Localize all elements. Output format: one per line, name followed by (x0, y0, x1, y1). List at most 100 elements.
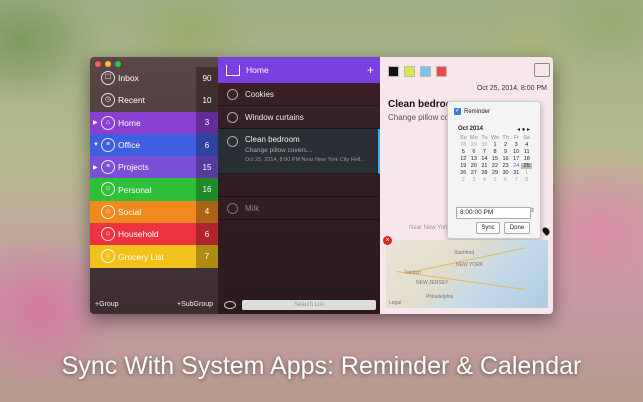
calendar-day[interactable]: 11 (521, 149, 532, 155)
map-legal[interactable]: Legal (389, 300, 401, 306)
calendar-day[interactable]: 25 (521, 163, 532, 169)
eye-icon[interactable] (224, 301, 236, 309)
time-field[interactable]: 8:00:00 PM (456, 207, 531, 219)
calendar-day[interactable]: 7 (479, 149, 490, 155)
calendar-day[interactable]: 24 (511, 163, 522, 169)
item-count: 6 (196, 223, 218, 246)
sidebar-item-inbox[interactable]: ☐ Inbox 90 (90, 67, 218, 90)
calendar-day[interactable]: 30 (479, 142, 490, 148)
location-map[interactable]: × Stamford NEW YORK NEW JERSEY Philadelp… (383, 236, 548, 308)
checkmark-icon: ✓ (454, 108, 461, 115)
add-subgroup-button[interactable]: +SubGroup (177, 301, 213, 308)
sidebar-item-projects[interactable]: ▶ ≡ Projects 15 (90, 156, 218, 179)
calendar-day[interactable]: 28 (479, 170, 490, 176)
home-icon: ⌂ (101, 204, 115, 219)
calendar-day[interactable]: 10 (511, 149, 522, 155)
app-window: ☐ Inbox 90 ◷ Recent 10 ▶ ⌂ Home 3 ▼ ≡ Office 6 ▶ ≡ Proje… (90, 57, 553, 314)
sidebar-item-social[interactable]: ⌂ Social 4 (90, 200, 218, 224)
map-label: Philadelphia (426, 294, 454, 300)
add-group-button[interactable]: +Group (95, 301, 119, 308)
sidebar-item-home[interactable]: ▶ ⌂ Home 3 (90, 111, 218, 134)
calendar-day[interactable]: 22 (490, 163, 501, 169)
calendar-day[interactable]: 21 (479, 163, 490, 169)
calendar-day[interactable]: 7 (511, 177, 522, 183)
calendar-day[interactable]: 27 (469, 170, 480, 176)
sidebar-item-office[interactable]: ▼ ≡ Office 6 (90, 133, 218, 157)
calendar-day[interactable]: 3 (511, 142, 522, 148)
calendar-day[interactable]: 5 (458, 149, 469, 155)
sidebar-item-personal[interactable]: ☺ Personal 16 (90, 178, 218, 201)
calendar-day[interactable]: 2 (458, 177, 469, 183)
color-swatch-red[interactable] (436, 66, 447, 77)
done-button[interactable]: Done (504, 222, 530, 234)
task-row[interactable]: Cookies (218, 83, 380, 106)
map-label: NEW YORK (456, 262, 484, 268)
task-row[interactable]: Window curtains (218, 106, 380, 129)
checkbox-icon[interactable] (227, 111, 238, 123)
sidebar-item-grocery-list[interactable]: ⌂ Grocery List 7 (90, 245, 218, 268)
calendar-day[interactable]: 31 (511, 170, 522, 176)
weekday-label: Su (459, 135, 467, 141)
disclosure-icon[interactable]: ▶ (93, 119, 98, 126)
list-footer: Search List (224, 300, 376, 310)
task-note: Change pillow covers... (245, 147, 313, 154)
calendar-day[interactable]: 6 (500, 177, 511, 183)
reminder-checkbox[interactable]: ✓ Reminder (454, 108, 490, 115)
calendar-day[interactable]: 19 (458, 163, 469, 169)
remove-map-icon[interactable]: × (383, 236, 392, 245)
sync-button[interactable]: Sync (476, 222, 500, 234)
calendar-day[interactable]: 26 (458, 170, 469, 176)
calendar-day[interactable]: 14 (479, 156, 490, 162)
sidebar-item-recent[interactable]: ◷ Recent 10 (90, 89, 218, 112)
location-pin-icon[interactable] (541, 226, 551, 236)
item-count: 7 (196, 245, 218, 268)
calendar-day[interactable]: 2 (500, 142, 511, 148)
task-row-completed[interactable]: Milk (218, 197, 380, 220)
calendar-day[interactable]: 13 (469, 156, 480, 162)
sidebar-item-label: Projects (118, 162, 149, 173)
calendar-day[interactable]: 18 (521, 156, 532, 162)
calendar-day[interactable]: 3 (469, 177, 480, 183)
calendar-icon[interactable] (534, 63, 550, 77)
disclosure-icon[interactable]: ▼ (93, 142, 99, 148)
calendar-day[interactable]: 4 (521, 142, 532, 148)
task-row-selected[interactable]: Clean bedroom Change pillow covers... Oc… (218, 129, 380, 174)
search-input[interactable]: Search List (242, 300, 376, 310)
month-nav[interactable]: ◂ ● ▸ (517, 126, 530, 133)
calendar-day[interactable]: 1 (490, 142, 501, 148)
calendar-day[interactable]: 29 (469, 142, 480, 148)
sidebar-footer: +Group +SubGroup (95, 301, 213, 308)
calendar-day[interactable]: 17 (511, 156, 522, 162)
calendar-day[interactable]: 30 (500, 170, 511, 176)
due-date[interactable]: Oct 25, 2014, 8:00 PM (477, 85, 547, 92)
item-count: 90 (196, 67, 218, 90)
list-title: Home (246, 65, 269, 75)
calendar-day[interactable]: 16 (500, 156, 511, 162)
disclosure-icon[interactable]: ▶ (93, 164, 98, 171)
add-task-button[interactable]: + (367, 63, 374, 77)
calendar-day[interactable]: 12 (458, 156, 469, 162)
checkbox-icon[interactable] (227, 88, 238, 100)
calendar-day[interactable]: 8 (521, 177, 532, 183)
calendar-day[interactable]: 15 (490, 156, 501, 162)
calendar-day[interactable]: 28 (458, 142, 469, 148)
color-swatch-black[interactable] (388, 66, 399, 77)
sidebar-item-household[interactable]: ⌂ Household 6 (90, 223, 218, 246)
check-icon[interactable] (227, 202, 238, 214)
calendar-day[interactable]: 29 (490, 170, 501, 176)
calendar-month: Oct 2014 (458, 126, 484, 132)
calendar-day[interactable]: 23 (500, 163, 511, 169)
time-stepper[interactable]: ⇕ (530, 207, 535, 214)
color-swatch-yellow[interactable] (404, 66, 415, 77)
weekday-label: Tu (481, 135, 488, 141)
calendar-day[interactable]: 4 (479, 177, 490, 183)
calendar-day[interactable]: 1 (521, 170, 532, 176)
color-swatch-blue[interactable] (420, 66, 431, 77)
task-row-empty[interactable] (218, 174, 380, 197)
calendar-day[interactable]: 6 (469, 149, 480, 155)
calendar-day[interactable]: 9 (500, 149, 511, 155)
checkbox-icon[interactable] (227, 136, 238, 147)
calendar-day[interactable]: 5 (490, 177, 501, 183)
calendar-day[interactable]: 8 (490, 149, 501, 155)
calendar-day[interactable]: 20 (469, 163, 480, 169)
